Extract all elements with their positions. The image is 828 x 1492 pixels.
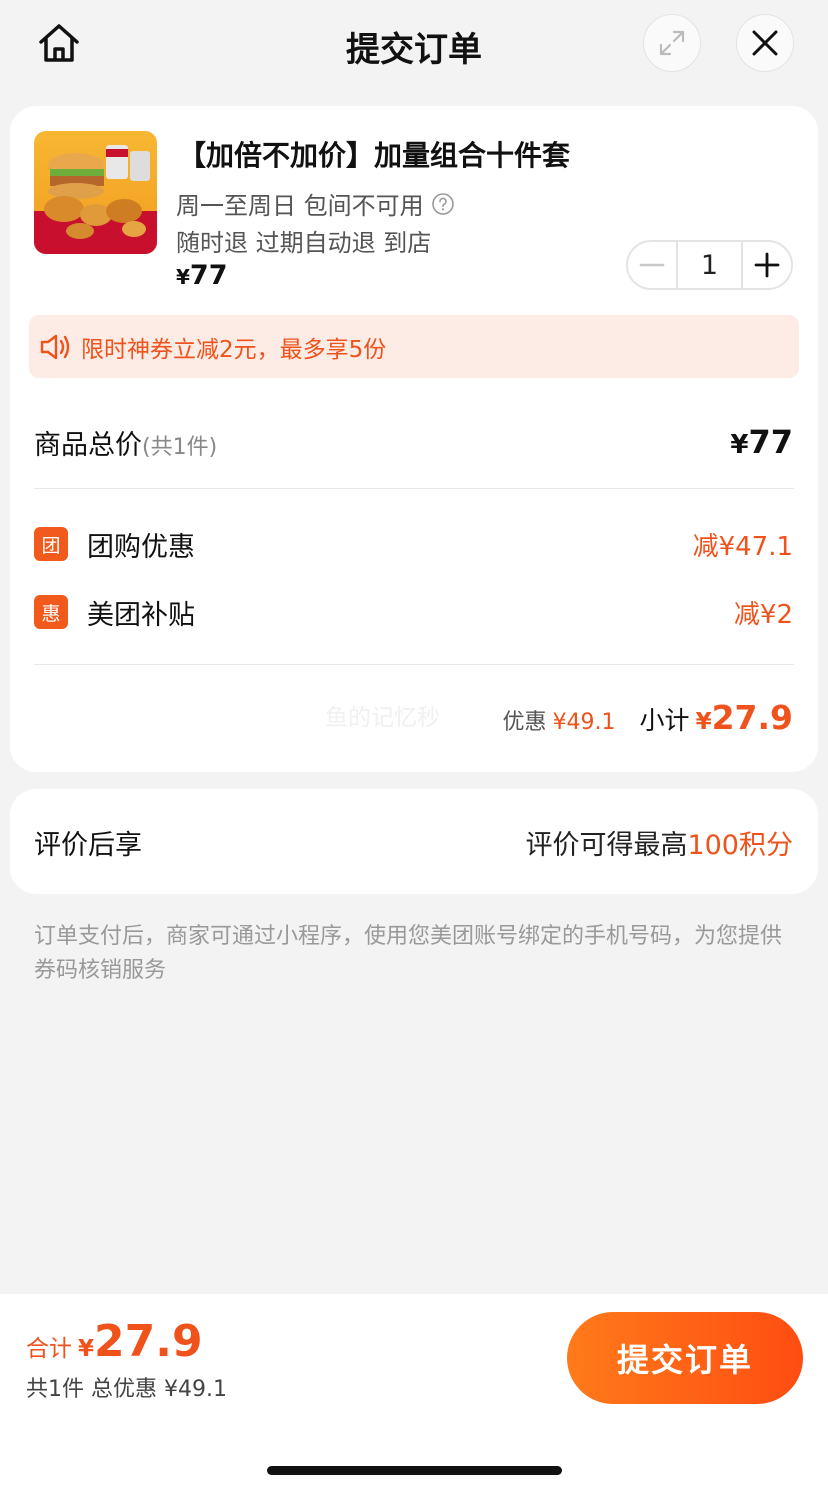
- decrease-button[interactable]: [628, 242, 676, 288]
- order-notice: 订单支付后，商家可通过小程序，使用您美团账号绑定的手机号码，为您提供券码核销服务: [34, 924, 783, 983]
- total-symbol: ¥: [730, 430, 749, 460]
- discount-summary-value: ¥49.1: [552, 710, 616, 735]
- review-reward: 评价可得最高100积分: [525, 823, 793, 862]
- food-combo-image: [34, 131, 157, 254]
- close-icon: [752, 30, 778, 56]
- discount-amount: 减¥2: [733, 599, 793, 630]
- divider: [34, 488, 794, 489]
- review-label: 评价后享: [34, 830, 142, 861]
- speaker-icon: [40, 334, 70, 359]
- discount-summary-label: 优惠: [502, 710, 547, 735]
- subtotal-symbol: ¥: [695, 709, 712, 735]
- header: 提交订单: [0, 0, 828, 90]
- review-card[interactable]: 评价后享 评价可得最高100积分: [10, 789, 818, 894]
- help-icon[interactable]: [431, 192, 455, 216]
- promo-text: 限时神券立减2元，最多享5份: [81, 336, 387, 363]
- grand-total: 合计 ¥ 27.9: [26, 1316, 203, 1367]
- total-discount-summary: 共1件 总优惠 ¥49.1: [26, 1377, 227, 1402]
- quantity-value[interactable]: 1: [676, 242, 743, 288]
- product-image[interactable]: [34, 131, 157, 254]
- product-title[interactable]: 【加倍不加价】加量组合十件套: [178, 134, 570, 174]
- subtotal-number: 27.9: [711, 698, 793, 737]
- watermark: 鱼的记忆秒: [325, 705, 440, 731]
- total-amount-value: 77: [748, 423, 793, 461]
- discount-left: 惠 美团补贴: [34, 593, 195, 632]
- discount-row-group-buy: 团 团购优惠 减¥47.1: [34, 524, 793, 564]
- grand-total-value: 27.9: [94, 1316, 203, 1367]
- promo-banner[interactable]: 限时神券立减2元，最多享5份: [29, 315, 799, 378]
- discount-label: 美团补贴: [87, 599, 195, 631]
- expand-icon: [659, 30, 685, 56]
- divider: [34, 664, 794, 665]
- refund-policy: 随时退 过期自动退 到店: [176, 229, 432, 257]
- grand-total-symbol: ¥: [78, 1336, 95, 1362]
- order-card: 【加倍不加价】加量组合十件套 周一至周日 包间不可用 随时退 过期自动退 到店 …: [10, 106, 818, 772]
- total-price-label: 商品总价(共1件): [34, 423, 217, 462]
- item-count: (共1件): [142, 434, 218, 460]
- submit-order-button[interactable]: 提交订单: [567, 1312, 803, 1404]
- expand-button[interactable]: [643, 14, 701, 72]
- discount-row-subsidy: 惠 美团补贴 减¥2: [34, 592, 793, 632]
- subtotal-summary: 优惠 ¥49.1 小计 ¥27.9: [503, 698, 793, 737]
- discount-label: 团购优惠: [87, 531, 195, 563]
- minus-icon: [639, 263, 665, 267]
- increase-button[interactable]: [743, 242, 791, 288]
- close-button[interactable]: [736, 14, 794, 72]
- bottom-bar: 合计 ¥ 27.9 共1件 总优惠 ¥49.1 提交订单: [0, 1294, 828, 1492]
- total-price-amount: ¥77: [730, 423, 793, 461]
- subsidy-badge-icon: 惠: [34, 595, 68, 629]
- plus-icon: [754, 252, 780, 278]
- discount-amount: 减¥47.1: [692, 531, 793, 562]
- price-symbol: ¥: [176, 265, 190, 289]
- page-title: 提交订单: [346, 30, 482, 70]
- grand-total-label: 合计: [26, 1336, 72, 1362]
- group-buy-badge-icon: 团: [34, 527, 68, 561]
- availability-text: 周一至周日 包间不可用: [176, 186, 455, 221]
- price-value: 77: [189, 260, 228, 291]
- discount-left: 团 团购优惠: [34, 525, 195, 564]
- home-indicator: [267, 1466, 562, 1475]
- total-label-text: 商品总价: [34, 429, 142, 461]
- availability-label: 周一至周日 包间不可用: [176, 192, 424, 220]
- subtotal-value: ¥27.9: [696, 698, 793, 737]
- product-price: ¥77: [176, 260, 228, 291]
- subtotal-label: 小计: [639, 706, 690, 735]
- total-price-row: 商品总价(共1件) ¥77: [34, 422, 793, 462]
- review-reward-prefix: 评价可得最高: [525, 830, 688, 861]
- quantity-stepper: 1: [626, 240, 793, 290]
- review-points: 100积分: [687, 830, 793, 861]
